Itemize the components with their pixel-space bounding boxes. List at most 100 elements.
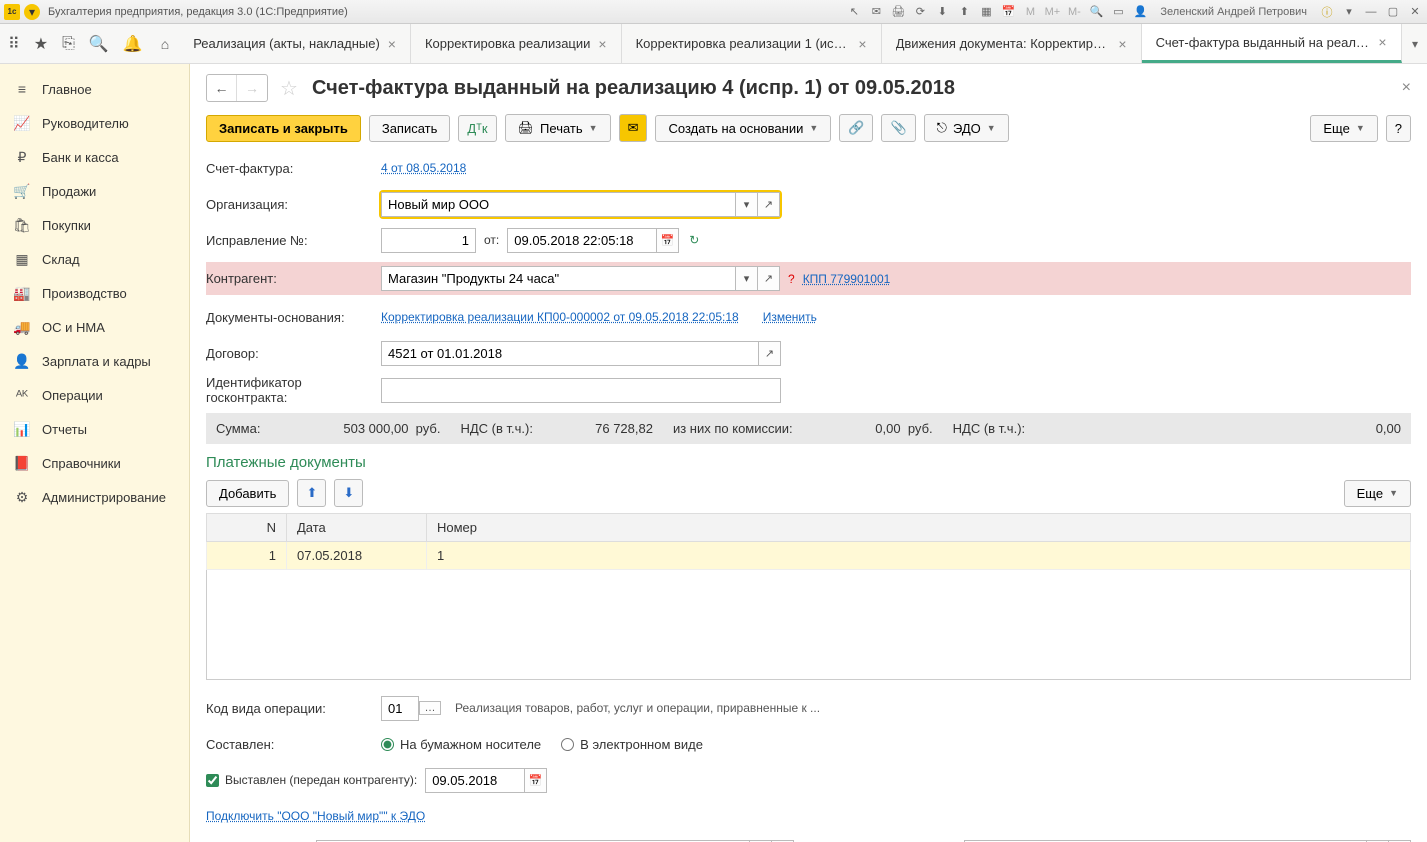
sidebar-item-manager[interactable]: 📈Руководителю (0, 106, 189, 140)
history-icon[interactable]: ⎘ (62, 35, 75, 53)
sidebar-item-operations[interactable]: ᴬᴷОперации (0, 378, 189, 412)
operations-icon: ᴬᴷ (14, 387, 30, 403)
settings-icon[interactable]: ▭ (1110, 4, 1126, 20)
back-button[interactable]: ← (207, 75, 237, 101)
tab-correction[interactable]: Корректировка реализации× (411, 24, 622, 63)
sidebar-item-production[interactable]: 🏭Производство (0, 276, 189, 310)
opcode-input[interactable] (381, 696, 419, 721)
save-button[interactable]: Записать (369, 115, 451, 142)
close-icon[interactable]: × (858, 36, 866, 52)
download-icon[interactable]: ⬇ (934, 4, 950, 20)
table-row[interactable]: 1 07.05.2018 1 (207, 542, 1411, 570)
sidebar-item-os[interactable]: 🚚ОС и НМА (0, 310, 189, 344)
table-more-button[interactable]: Еще▼ (1344, 480, 1411, 507)
move-down-button[interactable]: ⬇ (334, 479, 363, 507)
edo-button[interactable]: ⎋ЭДО▼ (924, 114, 1009, 142)
org-input[interactable] (381, 192, 736, 217)
zoom-icon[interactable]: 🔍 (1088, 4, 1104, 20)
close-icon[interactable]: × (598, 36, 606, 52)
forward-button[interactable]: → (237, 75, 267, 101)
calendar-button[interactable]: 📅 (525, 768, 547, 793)
open-button[interactable]: ↗ (759, 341, 781, 366)
refresh-date-icon[interactable]: ↻ (689, 233, 699, 247)
sidebar-item-hr[interactable]: 👤Зарплата и кадры (0, 344, 189, 378)
close-icon[interactable]: × (1378, 34, 1386, 50)
star-icon[interactable]: ★ (34, 34, 48, 54)
connect-edo-link[interactable]: Подключить "ООО "Новый мир"" к ЭДО (206, 809, 425, 823)
info-icon[interactable]: ⓘ (1319, 4, 1335, 20)
print-button[interactable]: 🖨Печать▼ (505, 114, 611, 142)
app-logo: 1c (4, 4, 20, 20)
tab-realization[interactable]: Реализация (акты, накладные)× (179, 24, 411, 63)
contract-input[interactable] (381, 341, 759, 366)
home-tab[interactable]: ⌂ (151, 24, 179, 63)
attach-button[interactable]: 📎 (881, 114, 915, 142)
close-window-icon[interactable]: ✕ (1407, 4, 1423, 20)
help-button[interactable]: ? (1386, 115, 1411, 142)
correction-number-input[interactable] (381, 228, 476, 253)
goscontract-input[interactable] (381, 378, 781, 403)
upload-icon[interactable]: ⬆ (956, 4, 972, 20)
more-button[interactable]: Еще▼ (1310, 115, 1377, 142)
m-minus-icon[interactable]: M- (1066, 4, 1082, 20)
open-button[interactable]: ↗ (758, 192, 780, 217)
search-icon[interactable]: 🔍 (89, 34, 109, 54)
dropdown-button[interactable]: ▾ (736, 266, 758, 291)
apps-icon[interactable]: ⠿ (8, 34, 20, 54)
mail-icon[interactable]: ✉ (868, 4, 884, 20)
save-close-button[interactable]: Записать и закрыть (206, 115, 361, 142)
col-date[interactable]: Дата (287, 514, 427, 542)
print-icon[interactable]: 🖨 (890, 4, 906, 20)
nds-label: НДС (в т.ч.): (460, 421, 533, 436)
tab-invoice[interactable]: Счет-фактура выданный на реализ...× (1142, 24, 1402, 63)
warning-icon[interactable]: ? (788, 272, 795, 286)
bell-icon[interactable]: 🔔 (123, 34, 143, 54)
link-button[interactable]: 🔗 (839, 114, 873, 142)
opcode-select-button[interactable]: … (419, 701, 441, 715)
tab-correction-1[interactable]: Корректировка реализации 1 (испр...× (622, 24, 882, 63)
kpp-link[interactable]: КПП 779901001 (803, 272, 891, 286)
m-plus-icon[interactable]: M+ (1044, 4, 1060, 20)
close-icon[interactable]: × (388, 36, 396, 52)
m-icon[interactable]: M (1022, 4, 1038, 20)
sidebar-item-warehouse[interactable]: ▦Склад (0, 242, 189, 276)
issued-checkbox[interactable]: Выставлен (передан контрагенту): (206, 773, 417, 787)
calendar-button[interactable]: 📅 (657, 228, 679, 253)
sidebar-item-bank[interactable]: ₽Банк и касса (0, 140, 189, 174)
sidebar-item-sales[interactable]: 🛒Продажи (0, 174, 189, 208)
email-button[interactable]: ✉ (619, 114, 648, 142)
sidebar-item-main[interactable]: ≡Главное (0, 72, 189, 106)
radio-electronic[interactable]: В электронном виде (561, 737, 703, 752)
close-page-button[interactable]: × (1402, 79, 1411, 97)
add-row-button[interactable]: Добавить (206, 480, 289, 507)
posting-button[interactable]: Дᵀк (458, 115, 496, 142)
maximize-icon[interactable]: ▢ (1385, 4, 1401, 20)
calendar-icon[interactable]: 📅 (1000, 4, 1016, 20)
create-based-button[interactable]: Создать на основании▼ (655, 115, 831, 142)
invoice-link[interactable]: 4 от 08.05.2018 (381, 161, 466, 175)
sidebar-item-reference[interactable]: 📕Справочники (0, 446, 189, 480)
move-up-button[interactable]: ⬆ (297, 479, 326, 507)
refresh-icon[interactable]: ⟳ (912, 4, 928, 20)
favorite-button[interactable]: ☆ (280, 76, 298, 101)
close-icon[interactable]: × (1118, 36, 1126, 52)
col-number[interactable]: Номер (427, 514, 1411, 542)
basis-link[interactable]: Корректировка реализации КП00-000002 от … (381, 310, 739, 324)
open-button[interactable]: ↗ (758, 266, 780, 291)
sidebar-item-reports[interactable]: 📊Отчеты (0, 412, 189, 446)
sidebar-item-purchases[interactable]: 🛍Покупки (0, 208, 189, 242)
correction-date-input[interactable] (507, 228, 657, 253)
tab-movements[interactable]: Движения документа: Корректиро...× (882, 24, 1142, 63)
sidebar-item-admin[interactable]: ⚙Администрирование (0, 480, 189, 514)
radio-paper[interactable]: На бумажном носителе (381, 737, 541, 752)
contragent-input[interactable] (381, 266, 736, 291)
tabs-dropdown[interactable]: ▾ (1403, 24, 1427, 63)
col-n[interactable]: N (207, 514, 287, 542)
minimize-icon[interactable]: — (1363, 4, 1379, 20)
app-menu-dropdown[interactable]: ▾ (24, 4, 40, 20)
grid-icon[interactable]: ▦ (978, 4, 994, 20)
issued-date-input[interactable] (425, 768, 525, 793)
dropdown-icon[interactable]: ▾ (1341, 4, 1357, 20)
basis-change-link[interactable]: Изменить (763, 310, 817, 324)
dropdown-button[interactable]: ▾ (736, 192, 758, 217)
